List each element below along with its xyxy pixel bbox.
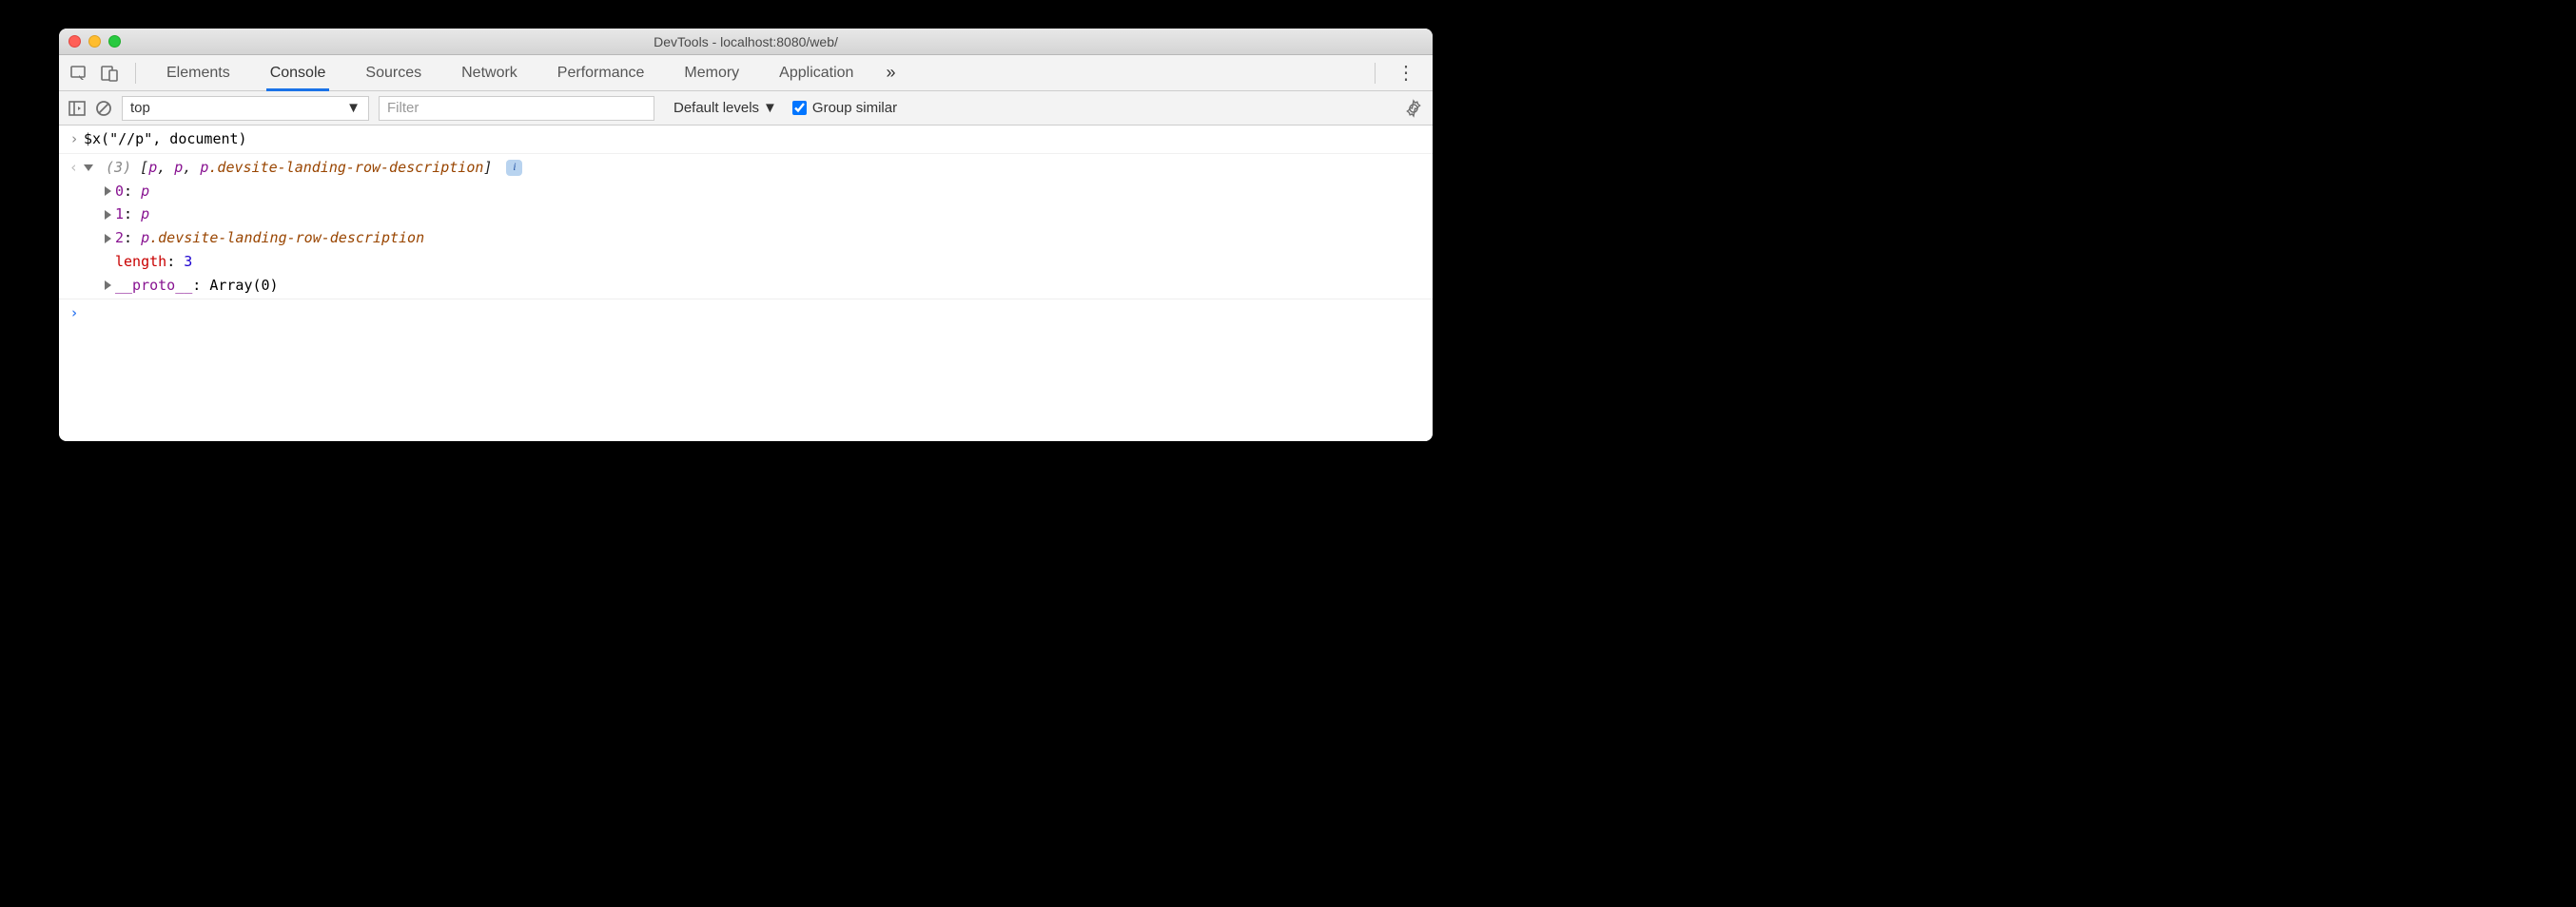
tab-network[interactable]: Network <box>444 55 535 90</box>
info-icon[interactable]: i <box>506 160 522 176</box>
window-title: DevTools - localhost:8080/web/ <box>59 34 1433 49</box>
group-similar-label: Group similar <box>812 100 897 116</box>
kebab-menu-icon[interactable]: ⋮ <box>1387 61 1425 85</box>
device-toggle-icon[interactable] <box>97 61 122 86</box>
console-input-row: › $x("//p", document) <box>59 125 1433 154</box>
tab-console[interactable]: Console <box>253 55 343 90</box>
disclosure-triangle-icon[interactable] <box>105 234 111 243</box>
tab-memory[interactable]: Memory <box>667 55 756 90</box>
tree-item-2[interactable]: 2: p.devsite-landing-row-description <box>105 226 1423 250</box>
array-item-2-class[interactable]: .devsite-landing-row-description <box>208 159 483 176</box>
devtools-window: DevTools - localhost:8080/web/ Elements … <box>59 29 1433 441</box>
console-body: › $x("//p", document) › (3) [p, p, p.dev… <box>59 125 1433 441</box>
more-tabs-button[interactable]: » <box>876 63 905 83</box>
close-icon[interactable] <box>68 35 81 48</box>
tree-item-1[interactable]: 1: p <box>105 203 1423 226</box>
disclosure-triangle-icon[interactable] <box>105 186 111 196</box>
output-prompt-icon: › <box>69 156 78 180</box>
group-similar-checkbox[interactable] <box>792 101 807 115</box>
array-item-1[interactable]: p <box>174 159 183 176</box>
disclosure-triangle-icon[interactable] <box>105 280 111 290</box>
separator <box>1375 63 1376 84</box>
tab-performance[interactable]: Performance <box>540 55 662 90</box>
tab-elements[interactable]: Elements <box>149 55 247 90</box>
group-similar-toggle[interactable]: Group similar <box>792 100 897 116</box>
chevron-down-icon: ▼ <box>763 100 777 116</box>
array-count: (3) <box>106 159 131 176</box>
clear-console-icon[interactable] <box>95 100 112 117</box>
console-input-empty[interactable] <box>84 301 1423 325</box>
input-prompt-icon: › <box>69 130 78 147</box>
levels-label: Default levels <box>673 100 759 116</box>
array-item-0[interactable]: p <box>148 159 157 176</box>
inspect-icon[interactable] <box>67 61 91 86</box>
console-toolbar: top ▼ Default levels ▼ Group similar <box>59 91 1433 125</box>
minimize-icon[interactable] <box>88 35 101 48</box>
result-summary[interactable]: (3) [p, p, p.devsite-landing-row-descrip… <box>84 156 1423 180</box>
disclosure-triangle-icon[interactable] <box>84 164 93 171</box>
tab-sources[interactable]: Sources <box>348 55 439 90</box>
maximize-icon[interactable] <box>108 35 121 48</box>
traffic-lights <box>68 35 121 48</box>
main-tabbar: Elements Console Sources Network Perform… <box>59 55 1433 91</box>
input-prompt-icon: › <box>69 304 78 321</box>
sidebar-toggle-icon[interactable] <box>68 100 86 117</box>
gear-icon[interactable] <box>1404 99 1423 118</box>
window-titlebar: DevTools - localhost:8080/web/ <box>59 29 1433 55</box>
disclosure-triangle-icon[interactable] <box>105 210 111 220</box>
tree-length[interactable]: length: 3 <box>105 250 1423 274</box>
open-bracket: [ <box>140 159 148 176</box>
tree-proto[interactable]: __proto__: Array(0) <box>105 274 1423 298</box>
tree-item-0[interactable]: 0: p <box>105 180 1423 203</box>
tab-application[interactable]: Application <box>762 55 870 90</box>
context-select[interactable]: top ▼ <box>122 96 369 121</box>
context-value: top <box>130 100 150 116</box>
chevron-down-icon: ▼ <box>346 100 361 116</box>
separator <box>135 63 136 84</box>
close-bracket: ] <box>483 159 492 176</box>
filter-input[interactable] <box>379 96 654 121</box>
console-new-prompt[interactable]: › <box>59 299 1433 327</box>
result-tree: 0: p 1: p 2: p.devsite-landing-row-descr… <box>84 180 1423 298</box>
console-result-row: › (3) [p, p, p.devsite-landing-row-descr… <box>59 154 1433 300</box>
log-levels-select[interactable]: Default levels ▼ <box>673 100 777 116</box>
console-input-text[interactable]: $x("//p", document) <box>84 127 1423 151</box>
